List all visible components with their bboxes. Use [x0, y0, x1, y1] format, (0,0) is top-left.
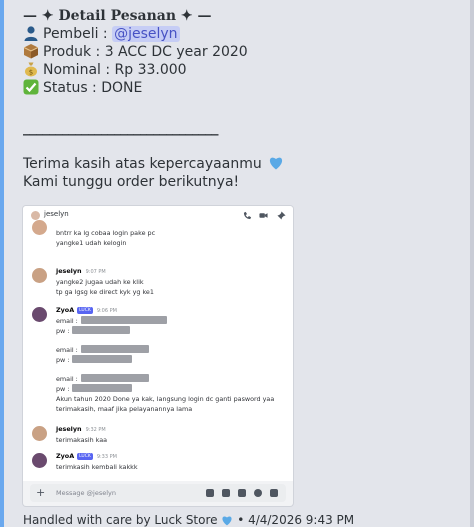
message-line: terimakasih kaa: [56, 436, 108, 444]
embed-footer: Handled with care by Luck Store • 4/4/20…: [23, 513, 354, 527]
nominal-label: Nominal : Rp 33.000: [43, 62, 187, 78]
check-mark-icon: [23, 79, 39, 95]
video-icon: [259, 213, 268, 218]
timestamp: 9:32 PM: [85, 427, 106, 433]
money-bag-icon: $: [25, 62, 37, 77]
composer-placeholder: Message @jeselyn: [56, 489, 117, 497]
status-label: Status : DONE: [43, 80, 143, 96]
message-composer[interactable]: + Message @jeselyn: [30, 484, 286, 502]
redacted-block: [72, 326, 131, 334]
message-line: email :: [56, 346, 78, 354]
scroll-edge: [470, 0, 474, 527]
gift-icon[interactable]: [206, 489, 214, 497]
order-embed: — ✦ Detail Pesanan ✦ — Pembeli : @jesely…: [0, 0, 470, 527]
emoji-icon[interactable]: [254, 489, 262, 497]
timestamp: 9:07 PM: [85, 269, 106, 275]
nominal-row: $ Nominal : Rp 33.000: [23, 61, 463, 79]
message-line: email :: [56, 375, 78, 383]
gif-icon[interactable]: [222, 489, 230, 497]
avatar: [32, 426, 47, 441]
footer-timestamp: • 4/4/2026 9:43 PM: [237, 513, 355, 527]
buyer-label: Pembeli :: [43, 26, 108, 42]
redacted-block: [80, 374, 149, 382]
plus-icon[interactable]: +: [36, 486, 45, 500]
sticker-icon[interactable]: [238, 489, 246, 497]
person-icon: [24, 26, 38, 41]
order-text: Kami tunggu order berikutnya!: [23, 174, 240, 190]
thanks-row: Terima kasih atas kepercayaanmu: [23, 155, 463, 173]
message-line: pw :: [56, 385, 70, 393]
message-line: pw :: [56, 327, 70, 335]
app-launcher-icon[interactable]: [270, 489, 278, 497]
message-line: Akun tahun 2020 Done ya kak, langsung lo…: [56, 395, 275, 403]
pin-icon: [277, 211, 286, 220]
buyer-row: Pembeli : @jeselyn: [23, 25, 463, 43]
redacted-block: [80, 345, 149, 353]
avatar: [32, 307, 47, 322]
chat-screenshot-image[interactable]: jeselyn bntrr ka lg cobaa login pake pc …: [23, 206, 293, 506]
avatar: [32, 268, 47, 283]
phone-icon: [243, 211, 252, 220]
avatar: [32, 453, 47, 468]
footer-text: Handled with care by Luck Store: [23, 513, 218, 527]
message-line: yangke2 jugaa udah ke klik: [56, 278, 144, 286]
svg-text:$: $: [29, 69, 33, 77]
server-tag-badge: LUCK: [77, 453, 93, 460]
server-tag-badge: LUCK: [77, 307, 93, 314]
message-list: bntrr ka lg cobaa login pake pc yangke1 …: [23, 220, 293, 481]
timestamp: 9:06 PM: [96, 308, 117, 314]
message-line: yangke1 udah kelogin: [56, 239, 127, 247]
blue-heart-icon: [270, 157, 283, 170]
author-name[interactable]: jeselyn: [56, 425, 82, 433]
blue-heart-icon: [222, 516, 232, 526]
product-row: Produk : 3 ACC DC year 2020: [23, 43, 463, 61]
buyer-mention[interactable]: @jeselyn: [112, 26, 180, 42]
author-name[interactable]: ZyoA: [56, 452, 74, 460]
status-row: Status : DONE: [23, 79, 463, 97]
message-line: terimakasih, maaf jika pelayanannya lama: [56, 405, 193, 413]
message-line: bntrr ka lg cobaa login pake pc: [56, 229, 156, 237]
message-line: terimkasih kembali kakkk: [56, 463, 138, 471]
package-icon: [23, 44, 39, 59]
avatar: [31, 211, 40, 220]
avatar: [32, 220, 47, 235]
divider-line: ______________________________: [23, 120, 219, 136]
author-name[interactable]: jeselyn: [56, 267, 82, 275]
embed-description: — ✦ Detail Pesanan ✦ — Pembeli : @jesely…: [23, 7, 463, 191]
embed-title: — ✦ Detail Pesanan ✦ —: [23, 8, 212, 24]
redacted-block: [80, 316, 167, 324]
author-name[interactable]: ZyoA: [56, 306, 74, 314]
message-line: pw :: [56, 356, 70, 364]
redacted-block: [72, 384, 133, 392]
message-line: tp ga lgsg ke direct kyk yg ke1: [56, 288, 154, 296]
product-label: Produk : 3 ACC DC year 2020: [43, 44, 248, 60]
thanks-text: Terima kasih atas kepercayaanmu: [23, 156, 262, 172]
message-line: email :: [56, 317, 78, 325]
timestamp: 9:33 PM: [96, 454, 117, 460]
dm-header: jeselyn: [23, 206, 293, 227]
dm-header-name: jeselyn: [44, 210, 69, 218]
redacted-block: [72, 355, 133, 363]
